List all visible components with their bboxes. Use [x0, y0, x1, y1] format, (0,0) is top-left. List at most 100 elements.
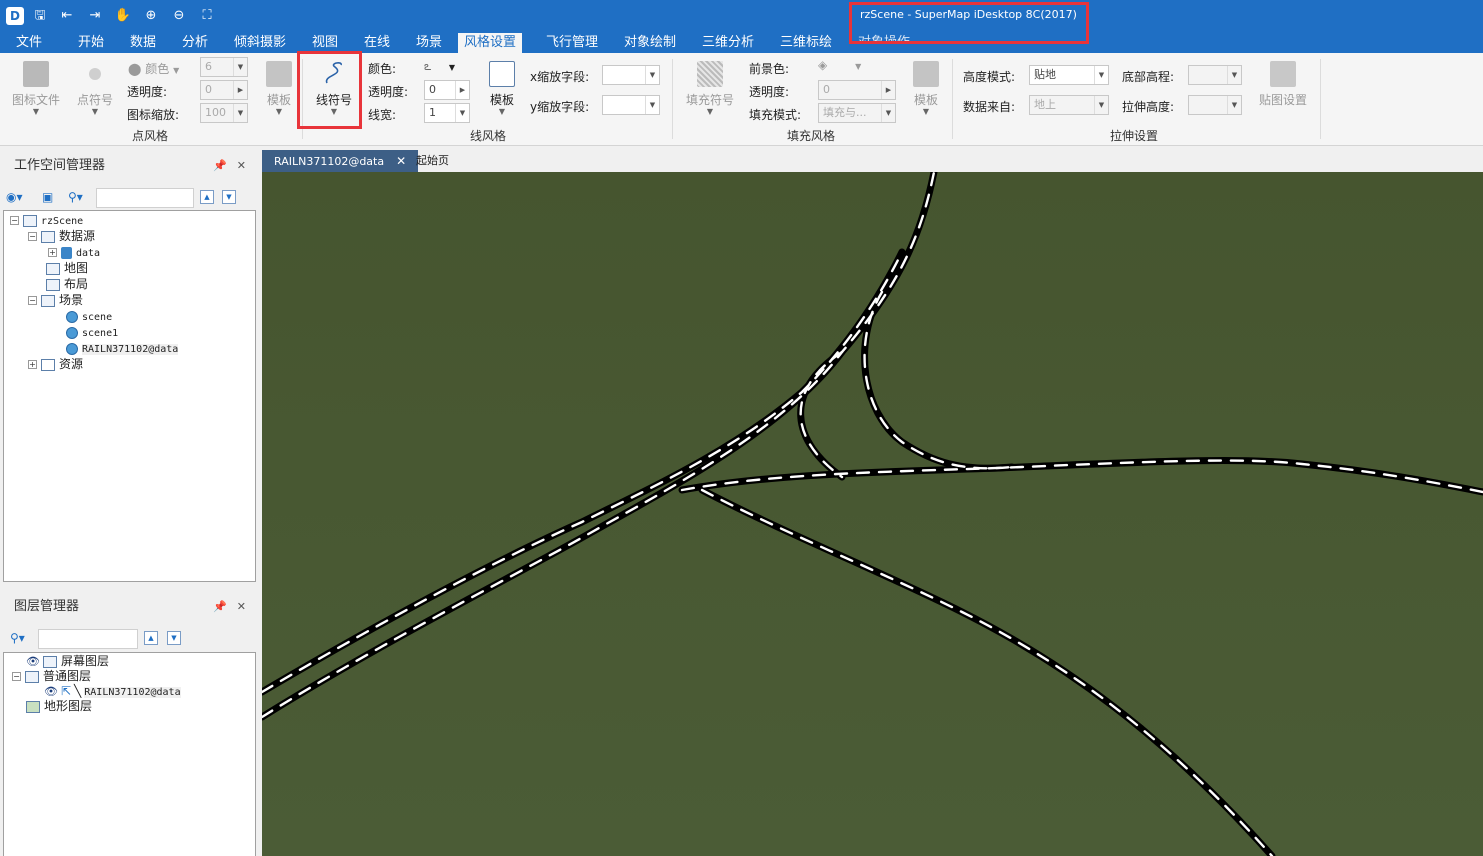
search-icon[interactable]: ⚲▾ [68, 190, 83, 204]
pan-hand-icon[interactable]: ✋ [114, 7, 132, 25]
pin-icon[interactable]: 📌 [213, 600, 227, 613]
tree-node-workspace[interactable]: − rzScene [10, 212, 83, 228]
height-mode-select[interactable]: 贴地 ▼ [1029, 65, 1109, 85]
search-icon[interactable]: ⚲▾ [10, 631, 25, 645]
x-scale-field-select[interactable]: ▼ [602, 65, 660, 85]
tree-node-layouts[interactable]: 布局 [46, 276, 88, 292]
app-logo-icon[interactable]: D [6, 7, 24, 25]
terrain-icon [26, 700, 40, 713]
tab-object-draw[interactable]: 对象绘制 [618, 33, 682, 53]
chevron-down-icon: ▼ [645, 66, 659, 84]
fill-template-button[interactable]: 模板 ▼ [908, 61, 944, 116]
tab-file[interactable]: 文件 [10, 33, 48, 53]
y-scale-field-select[interactable]: ▼ [602, 95, 660, 115]
tree-node-maps[interactable]: 地图 [46, 260, 88, 276]
close-icon[interactable]: ✕ [237, 159, 246, 172]
tab-scene[interactable]: 场景 [410, 33, 448, 53]
eye-icon[interactable]: 👁 [44, 685, 58, 698]
collapse-icon[interactable]: − [28, 232, 37, 241]
chevron-down-icon: ▼ [881, 104, 895, 122]
collapse-icon[interactable]: − [12, 672, 21, 681]
point-style-group-label: 点风格 [132, 129, 169, 143]
point-template-button[interactable]: 模板 ▼ [260, 61, 298, 116]
eye-icon[interactable]: 👁 [26, 655, 40, 668]
save-icon[interactable]: 🖫 [31, 7, 49, 25]
data-source-select[interactable]: 地上 ▼ [1029, 95, 1109, 115]
tree-node-rail-layer[interactable]: 👁 ⇱ ╲ RAILN371102@data [44, 683, 181, 699]
doc-tab-start-page[interactable]: 起始页 [404, 150, 461, 172]
zoom-in-icon[interactable]: ⊕ [142, 7, 160, 25]
export-icon[interactable]: ⇥ [86, 7, 104, 25]
tree-node-datasources[interactable]: − 数据源 [28, 228, 95, 244]
workspace-search-input[interactable] [96, 188, 194, 208]
tree-node-resources[interactable]: + 资源 [28, 356, 83, 372]
tree-node-scene-rail[interactable]: RAILN371102@data [66, 340, 179, 356]
locate-icon[interactable]: ▣ [42, 190, 53, 204]
tab-start[interactable]: 开始 [72, 33, 110, 53]
separator [1320, 59, 1321, 139]
screen-layer-icon [42, 655, 57, 668]
open-icon[interactable]: ⇤ [58, 7, 76, 25]
zoom-out-icon[interactable]: ⊖ [170, 7, 188, 25]
fill-symbol-button[interactable]: 填充符号 ▼ [682, 61, 738, 116]
line-template-button[interactable]: 模板 ▼ [484, 61, 520, 116]
chevron-down-icon: ▼ [448, 63, 456, 72]
tree-node-normal-layers[interactable]: − 普通图层 [12, 668, 91, 684]
expand-icon[interactable]: + [28, 360, 37, 369]
fill-mode-select[interactable]: 填充与... ▼ [818, 103, 896, 123]
chevron-down-icon[interactable]: ▼ [167, 631, 181, 645]
tab-view[interactable]: 视图 [306, 33, 344, 53]
full-extent-icon[interactable]: ⛶ [198, 7, 216, 25]
point-scale-input[interactable]: 100 ▼ [200, 103, 248, 123]
fill-mode-label: 填充模式: [749, 108, 802, 122]
point-size-input[interactable]: 6 ▼ [200, 57, 248, 77]
fill-opacity-input[interactable]: 0 ▶ [818, 80, 896, 100]
height-mode-label: 高度模式: [963, 70, 1016, 84]
chevron-down-icon: ▼ [1094, 96, 1108, 114]
tree-node-data[interactable]: + data [48, 244, 100, 260]
fill-color-picker[interactable]: ◈ ▼ [818, 58, 861, 72]
selectable-arrow-icon[interactable]: ⇱ [61, 684, 71, 698]
tab-3d-plot[interactable]: 三维标绘 [774, 33, 838, 53]
tab-3d-analysis[interactable]: 三维分析 [696, 33, 760, 53]
ribbon: 图标文件 ▼ 点符号 ▼ ⬤ 颜色 ▼ 透明度: 图标缩放: 6 ▼ 0 ▶ 100… [0, 53, 1483, 146]
chevron-up-icon[interactable]: ▲ [144, 631, 158, 645]
tree-node-terrain-layers[interactable]: 地形图层 [26, 698, 92, 714]
chevron-down-icon[interactable]: ▼ [222, 190, 236, 204]
doc-tab-rail-scene[interactable]: RAILN371102@data ✕ [262, 150, 419, 172]
tab-oblique-photo[interactable]: 倾斜摄影 [228, 33, 292, 53]
collapse-icon[interactable]: − [28, 296, 37, 305]
line-color-picker[interactable]: ఽ ▼ [424, 59, 455, 76]
view-toggle-icon[interactable]: ◉▾ [6, 190, 23, 204]
tree-node-screen-layers[interactable]: 👁 屏幕图层 [26, 653, 109, 669]
expand-icon[interactable]: + [48, 248, 57, 257]
tab-analysis[interactable]: 分析 [176, 33, 214, 53]
layer-search-input[interactable] [38, 629, 138, 649]
line-width-input[interactable]: 1 ▼ [424, 103, 470, 123]
bottom-height-select[interactable]: ▼ [1188, 65, 1242, 85]
line-opacity-input[interactable]: 0 ▶ [424, 80, 470, 100]
tab-data[interactable]: 数据 [124, 33, 162, 53]
scene-viewport[interactable] [262, 172, 1483, 856]
pin-icon[interactable]: 📌 [213, 159, 227, 172]
spinner-icon: ▶ [881, 81, 895, 99]
tab-online[interactable]: 在线 [358, 33, 396, 53]
chevron-up-icon[interactable]: ▲ [200, 190, 214, 204]
layer-group-icon [25, 670, 39, 683]
point-color-button[interactable]: ⬤ 颜色 ▼ [128, 60, 179, 77]
tree-node-scene[interactable]: scene [66, 308, 112, 324]
tab-flight[interactable]: 飞行管理 [540, 33, 604, 53]
extrude-height-select[interactable]: ▼ [1188, 95, 1242, 115]
tree-node-scene1[interactable]: scene1 [66, 324, 118, 340]
tree-node-scenes[interactable]: − 场景 [28, 292, 83, 308]
collapse-icon[interactable]: − [10, 216, 19, 225]
chevron-down-icon: ▼ [706, 107, 714, 116]
texture-setting-button[interactable]: 贴图设置 [1254, 61, 1312, 108]
tab-style-settings[interactable]: 风格设置 [458, 33, 523, 53]
close-icon[interactable]: ✕ [237, 600, 246, 613]
point-opacity-input[interactable]: 0 ▶ [200, 80, 248, 100]
icon-file-button[interactable]: 图标文件 ▼ [8, 61, 64, 116]
point-symbol-button[interactable]: 点符号 ▼ [72, 61, 118, 116]
paint-bucket-icon: ◈ [818, 58, 828, 72]
fill-fg-color-label: 前景色: [749, 62, 790, 76]
